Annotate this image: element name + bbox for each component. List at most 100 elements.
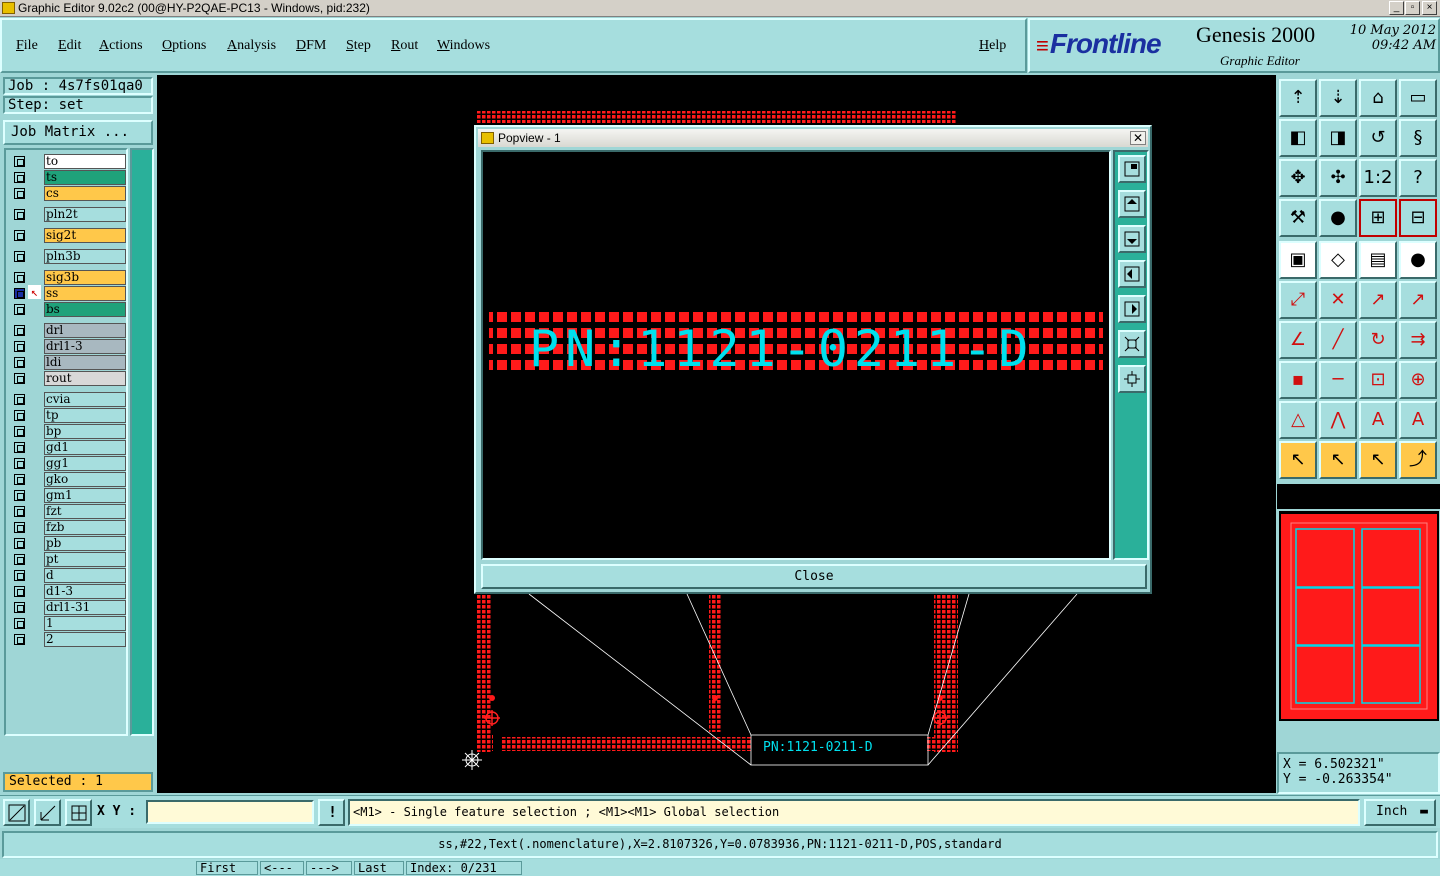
layer-row[interactable]: d1-3 [8,584,128,599]
zoom-fit-button[interactable]: ✥ [1279,159,1317,197]
maximize-button[interactable]: ▫ [1405,1,1420,15]
text-a-button[interactable]: A [1359,401,1397,439]
layer-row[interactable]: sig2t [8,228,128,243]
layer-name[interactable]: tp [44,408,126,423]
menu-windows[interactable]: Windows [437,38,490,54]
pad-button[interactable]: ▪ [1279,361,1317,399]
layer-row[interactable]: ↖ ss [8,285,128,301]
menu-analysis[interactable]: Analysis [227,38,276,54]
view-top-button[interactable]: ⇡ [1279,79,1317,117]
layer-name[interactable]: sig3b [44,270,126,285]
popview-pan-left-button[interactable] [1118,260,1146,288]
layer-row[interactable]: cs [8,186,128,201]
layer-checkbox[interactable] [14,538,25,549]
menu-rout[interactable]: Rout [391,38,418,54]
layer-name[interactable]: d [44,568,126,583]
layer-name[interactable]: 1 [44,616,126,631]
menu-step[interactable]: Step [346,38,371,54]
layer-checkbox[interactable] [14,373,25,384]
connect-button[interactable]: ⤢ [1279,281,1317,319]
layer-name[interactable]: gm1 [44,488,126,503]
layer-name[interactable]: pt [44,552,126,567]
menu-edit[interactable]: Edit [58,38,81,54]
text-b-button[interactable]: A [1399,401,1437,439]
select-pad-button[interactable]: ▣ [1279,241,1317,279]
popview-canvas[interactable]: PN:1121-0211-D [481,150,1111,560]
layer-row[interactable]: pt [8,552,128,567]
layer-name[interactable]: gko [44,472,126,487]
layer-name[interactable]: rout [44,371,126,386]
triangle-button[interactable]: △ [1279,401,1317,439]
layer-name[interactable]: ss [44,286,126,301]
popview-zoom-in-button[interactable] [1118,365,1146,393]
layer-name[interactable]: cvia [44,392,126,407]
layer-name[interactable]: pln3b [44,249,126,264]
layer-row[interactable]: to [8,154,128,169]
layer-row[interactable]: ldi [8,355,128,370]
undo-arc-button[interactable]: ↻ [1359,321,1397,359]
layer-name[interactable]: fzt [44,504,126,519]
zoom-home-button[interactable]: ✣ [1319,159,1357,197]
snap-point-button[interactable]: ● [1319,199,1357,237]
layer-checkbox[interactable] [14,426,25,437]
popview-zoom-fit-button[interactable] [1118,330,1146,358]
layer-name[interactable]: gg1 [44,456,126,471]
layer-name[interactable]: gd1 [44,440,126,455]
layer-link2-button[interactable]: ⊟ [1399,199,1437,237]
menu-actions[interactable]: Actions [99,38,143,54]
layer-row[interactable]: drl1-3 [8,339,128,354]
tools-button[interactable]: ⚒ [1279,199,1317,237]
layer-name[interactable]: pb [44,536,126,551]
layer-link-button[interactable]: ⊞ [1359,199,1397,237]
step-thumbnail[interactable] [1279,511,1439,721]
layer-row[interactable]: rout [8,371,128,386]
layer-name[interactable]: to [44,154,126,169]
layer-row[interactable]: pb [8,536,128,551]
layer-checkbox[interactable] [14,602,25,613]
layer-row[interactable]: drl1-31 [8,600,128,615]
select-pointer-button[interactable]: ↖ [1319,441,1357,479]
layer-checkbox[interactable] [14,634,25,645]
first-button[interactable]: First [196,861,258,875]
trace-button[interactable]: ─ [1319,361,1357,399]
layer-checkbox[interactable] [14,474,25,485]
layer-checkbox[interactable] [14,251,25,262]
layer-name[interactable]: bs [44,302,126,317]
layer-row[interactable]: fzt [8,504,128,519]
layer-row[interactable]: gm1 [8,488,128,503]
layer-checkbox[interactable] [14,304,25,315]
xy-input[interactable] [146,800,314,824]
next-button[interactable]: ---> [306,861,352,875]
menu-options[interactable]: Options [162,38,206,54]
alert-button[interactable]: ! [318,799,345,826]
zoom-area-button[interactable]: ▭ [1399,79,1437,117]
layer-checkbox[interactable] [14,570,25,581]
circle-select-button[interactable]: ● [1399,241,1437,279]
unit-selector[interactable]: Inch ▬ [1364,799,1436,826]
minimize-button[interactable]: _ [1389,1,1404,15]
layer-checkbox[interactable] [14,288,25,299]
mirror-line-button[interactable]: ⇉ [1399,321,1437,359]
layer-checkbox[interactable] [14,230,25,241]
popview-close-button[interactable]: Close [481,564,1147,589]
layer-checkbox[interactable] [14,325,25,336]
layer-name[interactable]: sig2t [44,228,126,243]
layer-row[interactable]: pln2t [8,207,128,222]
job-matrix-button[interactable]: Job Matrix ... [3,120,153,145]
layer-name[interactable]: bp [44,424,126,439]
layer-name[interactable]: d1-3 [44,584,126,599]
layer-checkbox[interactable] [14,156,25,167]
mirror-button[interactable]: § [1399,119,1437,157]
grid-button[interactable] [65,799,92,826]
angle-button[interactable]: ∠ [1279,321,1317,359]
pan-left-button[interactable]: ◧ [1279,119,1317,157]
layer-name[interactable]: cs [44,186,126,201]
layer-row[interactable]: 2 [8,632,128,647]
route-button[interactable]: ⤴ [1399,441,1437,479]
menu-dfm[interactable]: DFM [296,38,326,54]
line-button[interactable]: ╱ [1319,321,1357,359]
layer-row[interactable]: bp [8,424,128,439]
menu-file[interactable]: File [16,38,38,54]
layer-name[interactable]: fzb [44,520,126,535]
prev-button[interactable]: <--- [260,861,304,875]
